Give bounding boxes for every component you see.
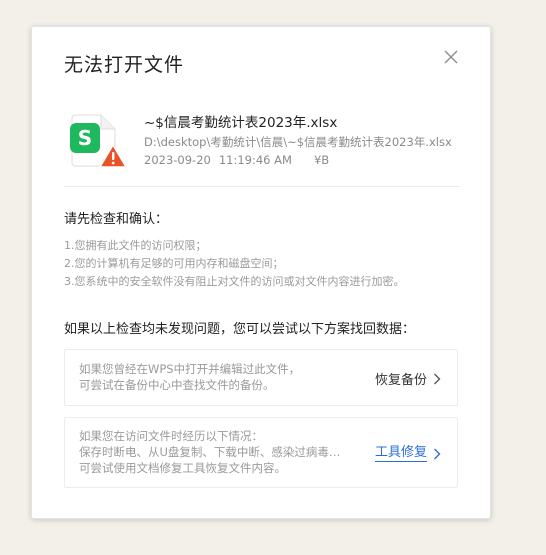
file-size: ¥B xyxy=(313,153,330,167)
check-item: 3.您系统中的安全软件没有阻止对文件的访问或对文件内容进行加密。 xyxy=(64,275,405,288)
repair-line-1: 如果您在访问文件时经历以下情况： xyxy=(79,429,263,443)
chevron-right-icon xyxy=(434,448,441,459)
repair-line-2: 保存时断电、从U盘复制、下载中断、感染过病毒、... xyxy=(79,445,341,459)
chevron-right-icon xyxy=(434,373,441,384)
spreadsheet-file-icon: S xyxy=(67,111,129,173)
wps-s-logo: S xyxy=(78,126,92,150)
close-icon[interactable] xyxy=(440,46,462,68)
tool-repair-label: 工具修复 xyxy=(374,445,427,462)
repair-line-3: 可尝试使用文档修复工具恢复文件内容。 xyxy=(79,461,286,475)
tool-repair-button[interactable]: 工具修复 xyxy=(374,445,441,462)
checks-list: 1.您拥有此文件的访问权限； 2.您的计算机有足够的可用内存和磁盘空间； 3.您… xyxy=(64,237,405,291)
file-name: ~$信晨考勤统计表2023年.xlsx xyxy=(144,115,338,131)
file-date: 2023-09-20 xyxy=(144,153,211,167)
backup-line-1: 如果您曾经在WPS中打开并编辑过此文件， xyxy=(79,362,301,376)
checks-heading: 请先检查和确认： xyxy=(64,212,169,227)
repair-card: 如果您在访问文件时经历以下情况： 保存时断电、从U盘复制、下载中断、感染过病毒、… xyxy=(64,417,458,488)
recovery-heading: 如果以上检查均未发现问题，您可以尝试以下方案找回数据： xyxy=(64,322,416,337)
file-time: 11:19:46 AM xyxy=(218,153,292,167)
backup-card: 如果您曾经在WPS中打开并编辑过此文件， 可尝试在备份中心中查找文件的备份。 恢… xyxy=(64,349,458,406)
open-file-error-dialog: 无法打开文件 S ~$信晨考勤统计表2023年.xlsx D:\desktop\… xyxy=(31,26,491,519)
check-item: 2.您的计算机有足够的可用内存和磁盘空间； xyxy=(64,257,284,270)
divider xyxy=(64,186,460,187)
restore-backup-button[interactable]: 恢复备份 xyxy=(375,369,441,388)
file-meta: 2023-09-20 11:19:46 AM ¥B xyxy=(144,153,329,167)
check-item: 1.您拥有此文件的访问权限； xyxy=(64,239,207,252)
backup-description: 如果您曾经在WPS中打开并编辑过此文件， 可尝试在备份中心中查找文件的备份。 xyxy=(79,361,300,393)
dialog-title: 无法打开文件 xyxy=(64,54,185,76)
file-path: D:\desktop\考勤统计\信晨\~$信晨考勤统计表2023年.xlsx xyxy=(144,135,452,149)
backup-line-2: 可尝试在备份中心中查找文件的备份。 xyxy=(79,378,275,392)
repair-description: 如果您在访问文件时经历以下情况： 保存时断电、从U盘复制、下载中断、感染过病毒、… xyxy=(79,428,341,476)
restore-backup-label: 恢复备份 xyxy=(374,373,427,388)
